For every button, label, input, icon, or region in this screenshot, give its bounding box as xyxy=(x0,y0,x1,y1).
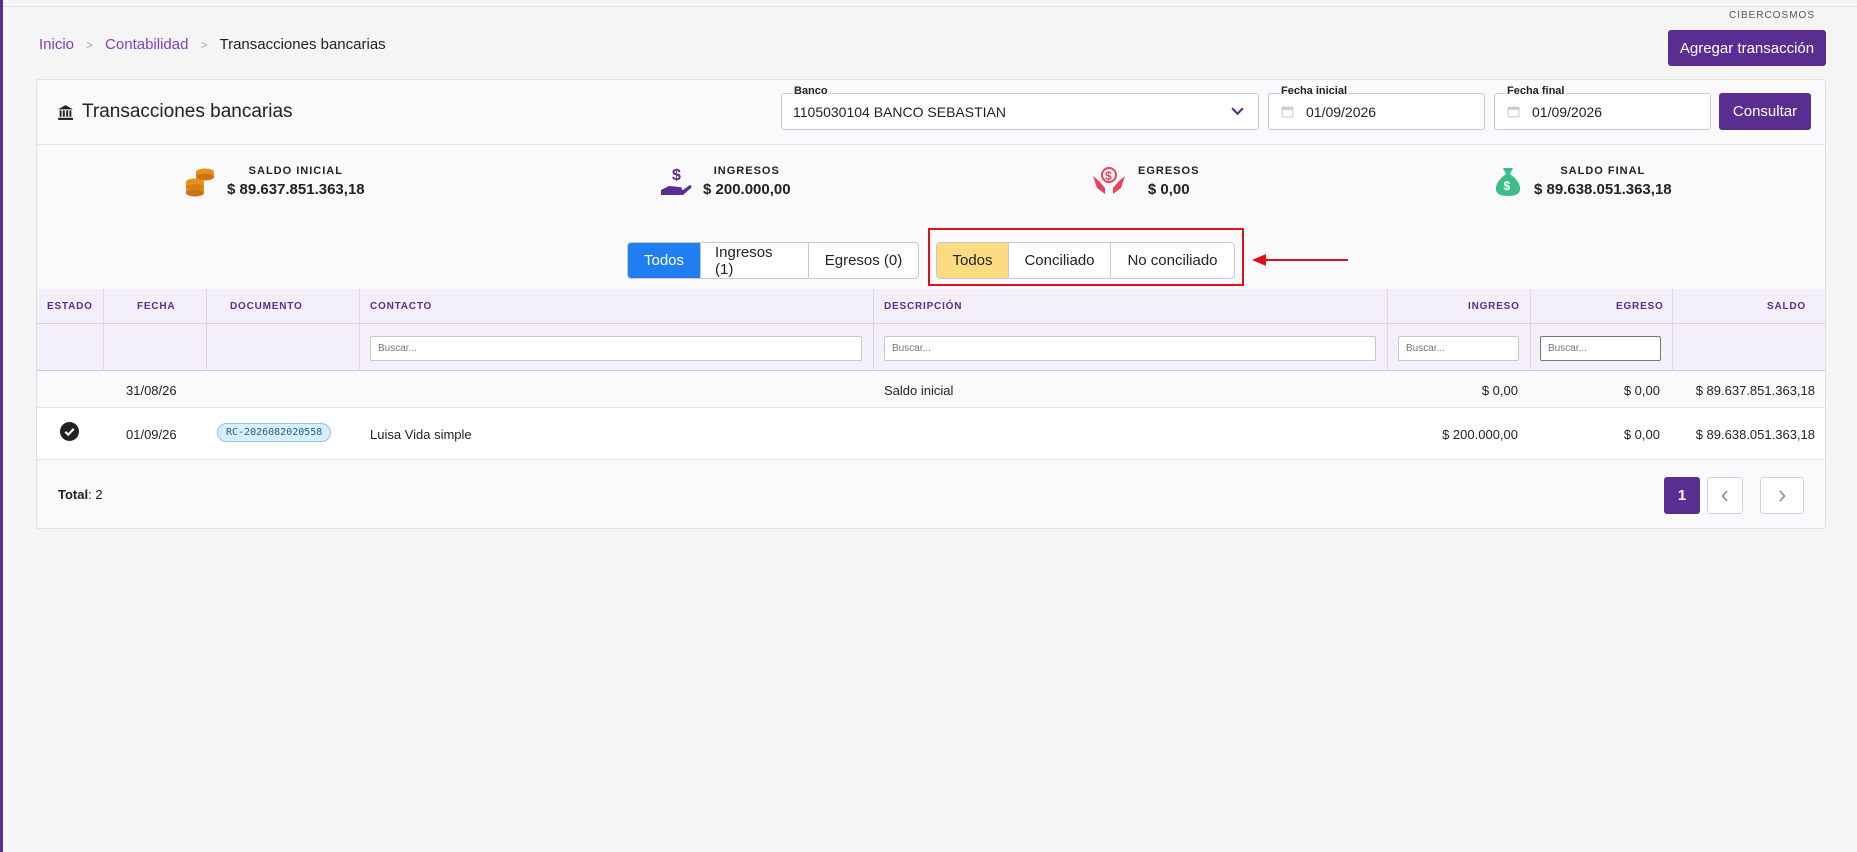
stat-income-amount: $ 200.000,00 xyxy=(703,181,791,198)
hand-dollar-icon: $ xyxy=(661,167,692,195)
transactions-card: Transacciones bancarias Banco 1105030104… xyxy=(36,79,1826,529)
coins-icon xyxy=(186,168,214,196)
chevron-left-icon xyxy=(1721,489,1728,502)
stat-final-balance: $ SALDO FINAL $ 89.638.051.363,18 xyxy=(1492,165,1672,198)
col-ingreso[interactable]: INGRESO xyxy=(1468,301,1520,312)
column-divider xyxy=(359,289,360,371)
stat-income-label: INGRESOS xyxy=(713,165,780,177)
type-filter-all[interactable]: Todos xyxy=(628,243,701,278)
type-filter-expense[interactable]: Egresos (0) xyxy=(809,243,918,278)
col-saldo[interactable]: SALDO xyxy=(1767,301,1806,312)
column-divider xyxy=(206,289,207,371)
chevron-down-icon xyxy=(1231,107,1244,116)
consult-button[interactable]: Consultar xyxy=(1719,93,1811,130)
type-filter-group: Todos Ingresos (1) Egresos (0) xyxy=(627,242,919,279)
bank-label: Banco xyxy=(792,85,830,97)
page-title: Transacciones bancarias xyxy=(57,101,293,123)
end-date-value: 01/09/2026 xyxy=(1532,104,1603,120)
breadcrumb-home[interactable]: Inicio xyxy=(39,36,74,53)
card-header: Transacciones bancarias Banco 1105030104… xyxy=(37,80,1825,145)
contact-search-input[interactable] xyxy=(370,336,862,361)
row-descripcion: Saldo inicial xyxy=(884,383,954,398)
row-fecha: 01/09/26 xyxy=(126,427,177,442)
breadcrumb-current: Transacciones bancarias xyxy=(219,36,386,53)
row-ingreso: $ 200.000,00 xyxy=(1442,427,1518,442)
stat-expense-label: EGRESOS xyxy=(1138,165,1200,177)
breadcrumb-separator: > xyxy=(200,37,208,52)
left-accent-border xyxy=(0,0,3,852)
stat-initial-amount: $ 89.637.851.363,18 xyxy=(227,181,365,198)
row-egreso: $ 0,00 xyxy=(1623,427,1660,442)
total-label: Total xyxy=(58,487,89,502)
row-ingreso: $ 0,00 xyxy=(1481,383,1518,398)
col-estado[interactable]: ESTADO xyxy=(47,301,93,312)
stat-initial-label: SALDO INICIAL xyxy=(248,165,343,177)
calendar-icon xyxy=(1281,106,1294,118)
row-saldo: $ 89.637.851.363,18 xyxy=(1695,383,1815,398)
breadcrumb: Inicio > Contabilidad > Transacciones ba… xyxy=(39,36,386,53)
document-badge[interactable]: RC-2026082020558 xyxy=(217,423,332,442)
check-circle-icon[interactable] xyxy=(60,422,79,441)
stat-final-amount: $ 89.638.051.363,18 xyxy=(1534,181,1672,198)
chevron-right-icon xyxy=(1779,489,1786,502)
next-page-button[interactable] xyxy=(1760,477,1804,514)
col-descripcion[interactable]: DESCRIPCIÓN xyxy=(884,301,962,312)
calendar-icon xyxy=(1507,106,1520,118)
stat-initial-balance: SALDO INICIAL $ 89.637.851.363,18 xyxy=(183,165,365,198)
brand-label: CIBERCOSMOS xyxy=(1728,10,1815,21)
annotation-arrow-icon xyxy=(1252,254,1348,266)
add-transaction-button[interactable]: Agregar transacción xyxy=(1668,30,1826,66)
total-count: Total: 2 xyxy=(58,487,103,502)
start-date-value: 01/09/2026 xyxy=(1306,104,1377,120)
prev-page-button[interactable] xyxy=(1707,477,1743,514)
row-fecha: 31/08/26 xyxy=(126,383,177,398)
table-row[interactable]: 31/08/26 Saldo inicial $ 0,00 $ 0,00 $ 8… xyxy=(37,372,1825,408)
start-date-field[interactable]: Fecha inicial 01/09/2026 xyxy=(1268,85,1485,130)
top-divider xyxy=(3,6,1857,7)
col-contacto[interactable]: CONTACTO xyxy=(370,301,432,312)
table-filter-row xyxy=(37,324,1825,371)
expense-search-input[interactable] xyxy=(1540,336,1661,361)
money-bag-icon: $ xyxy=(1495,167,1521,196)
svg-text:$: $ xyxy=(1105,169,1112,183)
bank-select[interactable]: Banco 1105030104 BANCO SEBASTIAN xyxy=(781,85,1259,130)
end-date-label: Fecha final xyxy=(1505,85,1567,97)
column-divider xyxy=(1387,289,1388,371)
page-1-button[interactable]: 1 xyxy=(1664,477,1700,514)
table-header: ESTADO FECHA DOCUMENTO CONTACTO DESCRIPC… xyxy=(37,289,1825,324)
page-title-text: Transacciones bancarias xyxy=(82,101,293,122)
column-divider xyxy=(1672,289,1673,371)
col-egreso[interactable]: EGRESO xyxy=(1616,301,1664,312)
breadcrumb-section[interactable]: Contabilidad xyxy=(105,36,188,53)
stat-final-label: SALDO FINAL xyxy=(1560,165,1646,177)
col-documento[interactable]: DOCUMENTO xyxy=(230,301,303,312)
svg-text:$: $ xyxy=(1504,179,1511,193)
col-fecha[interactable]: FECHA xyxy=(137,301,175,312)
row-egreso: $ 0,00 xyxy=(1623,383,1660,398)
bank-value: 1105030104 BANCO SEBASTIAN xyxy=(793,104,1006,120)
total-value: : 2 xyxy=(88,487,103,502)
column-divider xyxy=(873,289,874,371)
stat-income: $ INGRESOS $ 200.000,00 xyxy=(659,165,791,198)
column-divider xyxy=(1530,289,1531,371)
income-search-input[interactable] xyxy=(1398,336,1519,361)
row-saldo: $ 89.638.051.363,18 xyxy=(1695,427,1815,442)
column-divider xyxy=(103,289,104,371)
bank-icon xyxy=(58,104,73,120)
breadcrumb-separator: > xyxy=(86,37,94,52)
stat-expense: $ EGRESOS $ 0,00 xyxy=(1090,165,1199,198)
end-date-field[interactable]: Fecha final 01/09/2026 xyxy=(1494,85,1711,130)
description-search-input[interactable] xyxy=(884,336,1376,361)
type-filter-income[interactable]: Ingresos (1) xyxy=(701,243,809,278)
hands-dollar-icon: $ xyxy=(1093,166,1125,194)
stat-expense-amount: $ 0,00 xyxy=(1147,181,1190,198)
table-row[interactable]: 01/09/26 RC-2026082020558 Luisa Vida sim… xyxy=(37,408,1825,460)
row-contacto: Luisa Vida simple xyxy=(370,427,472,442)
annotation-highlight-box xyxy=(928,228,1244,286)
svg-text:$: $ xyxy=(672,167,681,184)
start-date-label: Fecha inicial xyxy=(1279,85,1350,97)
